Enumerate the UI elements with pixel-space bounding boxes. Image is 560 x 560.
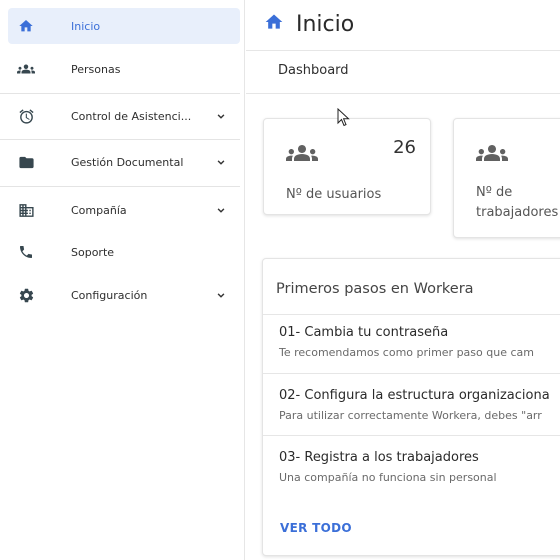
page-header: Inicio — [264, 8, 354, 40]
sidebar-item-label: Compañía — [71, 203, 127, 217]
sidebar-item-label: Inicio — [71, 19, 101, 33]
people-icon — [286, 137, 318, 173]
step-title: 03- Registra a los trabajadores — [279, 450, 479, 465]
phone-icon — [16, 242, 36, 262]
mouse-pointer-icon — [337, 108, 350, 127]
stat-card-trabajadores[interactable]: Nº de trabajadores — [453, 118, 560, 238]
sidebar-item-label: Control de Asistenci... — [71, 109, 192, 123]
home-icon — [16, 16, 36, 36]
list-item[interactable]: 01- Cambia tu contraseña Te recomendamos… — [263, 325, 560, 375]
divider — [263, 314, 560, 315]
sidebar-item-control-asistencia[interactable]: Control de Asistenci... — [8, 98, 240, 134]
building-icon — [16, 200, 36, 220]
sidebar-item-inicio[interactable]: Inicio — [8, 8, 240, 44]
people-icon — [16, 59, 36, 79]
main-content: Inicio Dashboard 26 Nº de usuarios Nº de… — [246, 0, 560, 560]
alarm-clock-icon — [16, 106, 36, 126]
stat-card-usuarios[interactable]: 26 Nº de usuarios — [263, 118, 431, 215]
folder-icon — [16, 152, 36, 172]
chevron-down-icon[interactable] — [214, 109, 228, 123]
stat-label: Nº de usuarios — [286, 187, 382, 202]
divider — [263, 373, 560, 374]
divider — [0, 139, 240, 140]
stat-label: Nº de trabajadores — [476, 185, 559, 220]
breadcrumb: Dashboard — [246, 50, 560, 94]
step-title: 02- Configura la estructura organizacion… — [279, 388, 550, 403]
user-count: 26 — [393, 137, 416, 158]
breadcrumb-dashboard[interactable]: Dashboard — [278, 63, 349, 78]
people-icon — [476, 137, 508, 173]
sidebar-item-personas[interactable]: Personas — [8, 51, 240, 87]
sidebar-item-label: Gestión Documental — [71, 155, 184, 169]
divider — [0, 93, 240, 94]
gear-icon — [16, 285, 36, 305]
list-item[interactable]: 02- Configura la estructura organizacion… — [263, 388, 560, 438]
sidebar-item-label: Configuración — [71, 288, 148, 302]
step-description: Una compañía no funciona sin personal — [279, 471, 497, 484]
card-title: Primeros pasos en Workera — [276, 281, 474, 297]
step-description: Te recomendamos como primer paso que cam — [279, 346, 534, 359]
sidebar-item-configuracion[interactable]: Configuración — [8, 277, 240, 313]
see-all-link[interactable]: VER TODO — [280, 521, 352, 535]
sidebar-item-label: Personas — [71, 62, 121, 76]
step-title: 01- Cambia tu contraseña — [279, 325, 449, 340]
getting-started-card: Primeros pasos en Workera 01- Cambia tu … — [262, 258, 560, 556]
chevron-down-icon[interactable] — [214, 155, 228, 169]
page-title: Inicio — [296, 11, 355, 37]
chevron-down-icon[interactable] — [214, 288, 228, 302]
step-description: Para utilizar correctamente Workera, deb… — [279, 409, 542, 422]
divider — [263, 435, 560, 436]
sidebar-item-gestion-documental[interactable]: Gestión Documental — [8, 144, 240, 180]
list-item[interactable]: 03- Registra a los trabajadores Una comp… — [263, 450, 560, 500]
sidebar-item-compania[interactable]: Compañía — [8, 192, 240, 228]
sidebar-item-label: Soporte — [71, 245, 115, 259]
divider — [0, 186, 240, 187]
chevron-down-icon[interactable] — [214, 203, 228, 217]
sidebar-item-soporte[interactable]: Soporte — [8, 234, 240, 270]
sidebar: Inicio Personas Control de Asistenci... … — [0, 0, 245, 560]
home-icon — [264, 12, 284, 36]
